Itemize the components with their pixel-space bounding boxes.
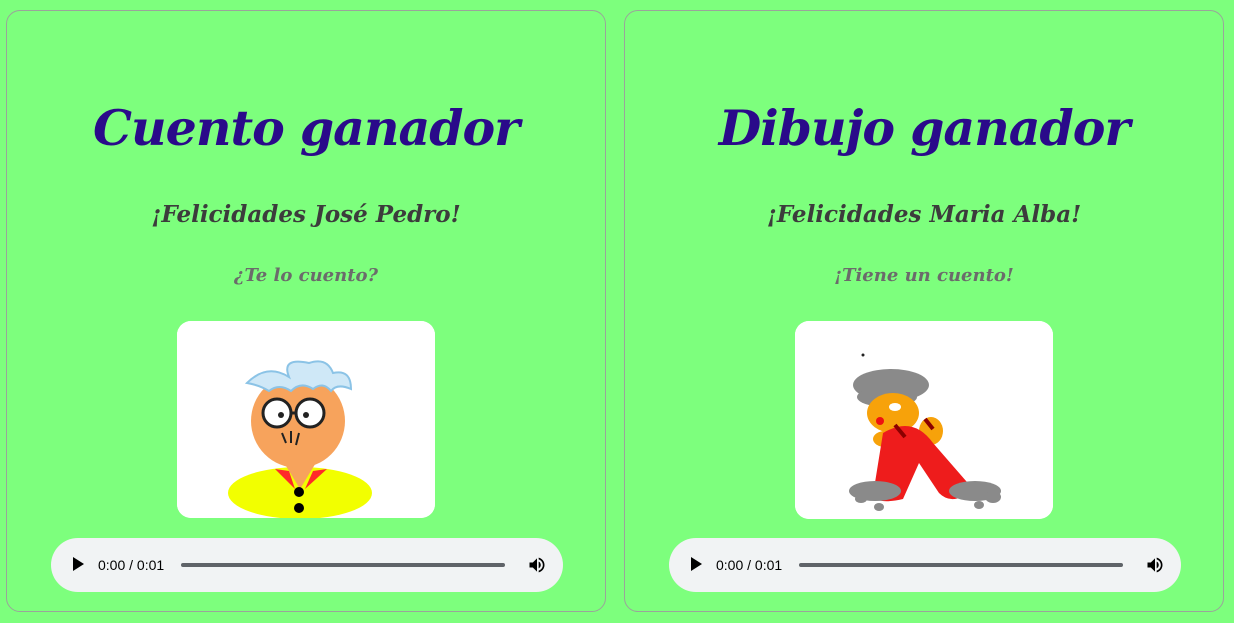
story-illustration [177,321,435,518]
card-subtitle: ¡Tiene un cuento! [834,265,1014,286]
congrats-text: ¡Felicidades Maria Alba! [766,201,1082,228]
winning-drawing-card: Dibujo ganador ¡Felicidades Maria Alba! … [624,10,1224,612]
audio-player[interactable]: 0:00 / 0:01 [669,538,1181,592]
card-title: Dibujo ganador [718,99,1131,157]
audio-time: 0:00 / 0:01 [716,557,783,573]
congrats-text: ¡Felicidades José Pedro! [151,201,461,228]
winning-story-card: Cuento ganador ¡Felicidades José Pedro! … [6,10,606,612]
play-icon[interactable] [691,557,702,571]
drawing-illustration [795,321,1053,519]
card-subtitle: ¿Te lo cuento? [233,265,379,286]
audio-time: 0:00 / 0:01 [98,557,165,573]
audio-player[interactable]: 0:00 / 0:01 [51,538,563,592]
page: Cuento ganador ¡Felicidades José Pedro! … [0,0,1234,623]
play-icon[interactable] [73,557,84,571]
child-drawing [795,321,1053,519]
volume-icon[interactable] [527,555,547,575]
volume-icon[interactable] [1145,555,1165,575]
audio-progress-bar[interactable] [181,563,505,567]
card-title: Cuento ganador [93,99,520,157]
grandpa-illustration [177,321,435,518]
audio-progress-bar[interactable] [799,563,1123,567]
